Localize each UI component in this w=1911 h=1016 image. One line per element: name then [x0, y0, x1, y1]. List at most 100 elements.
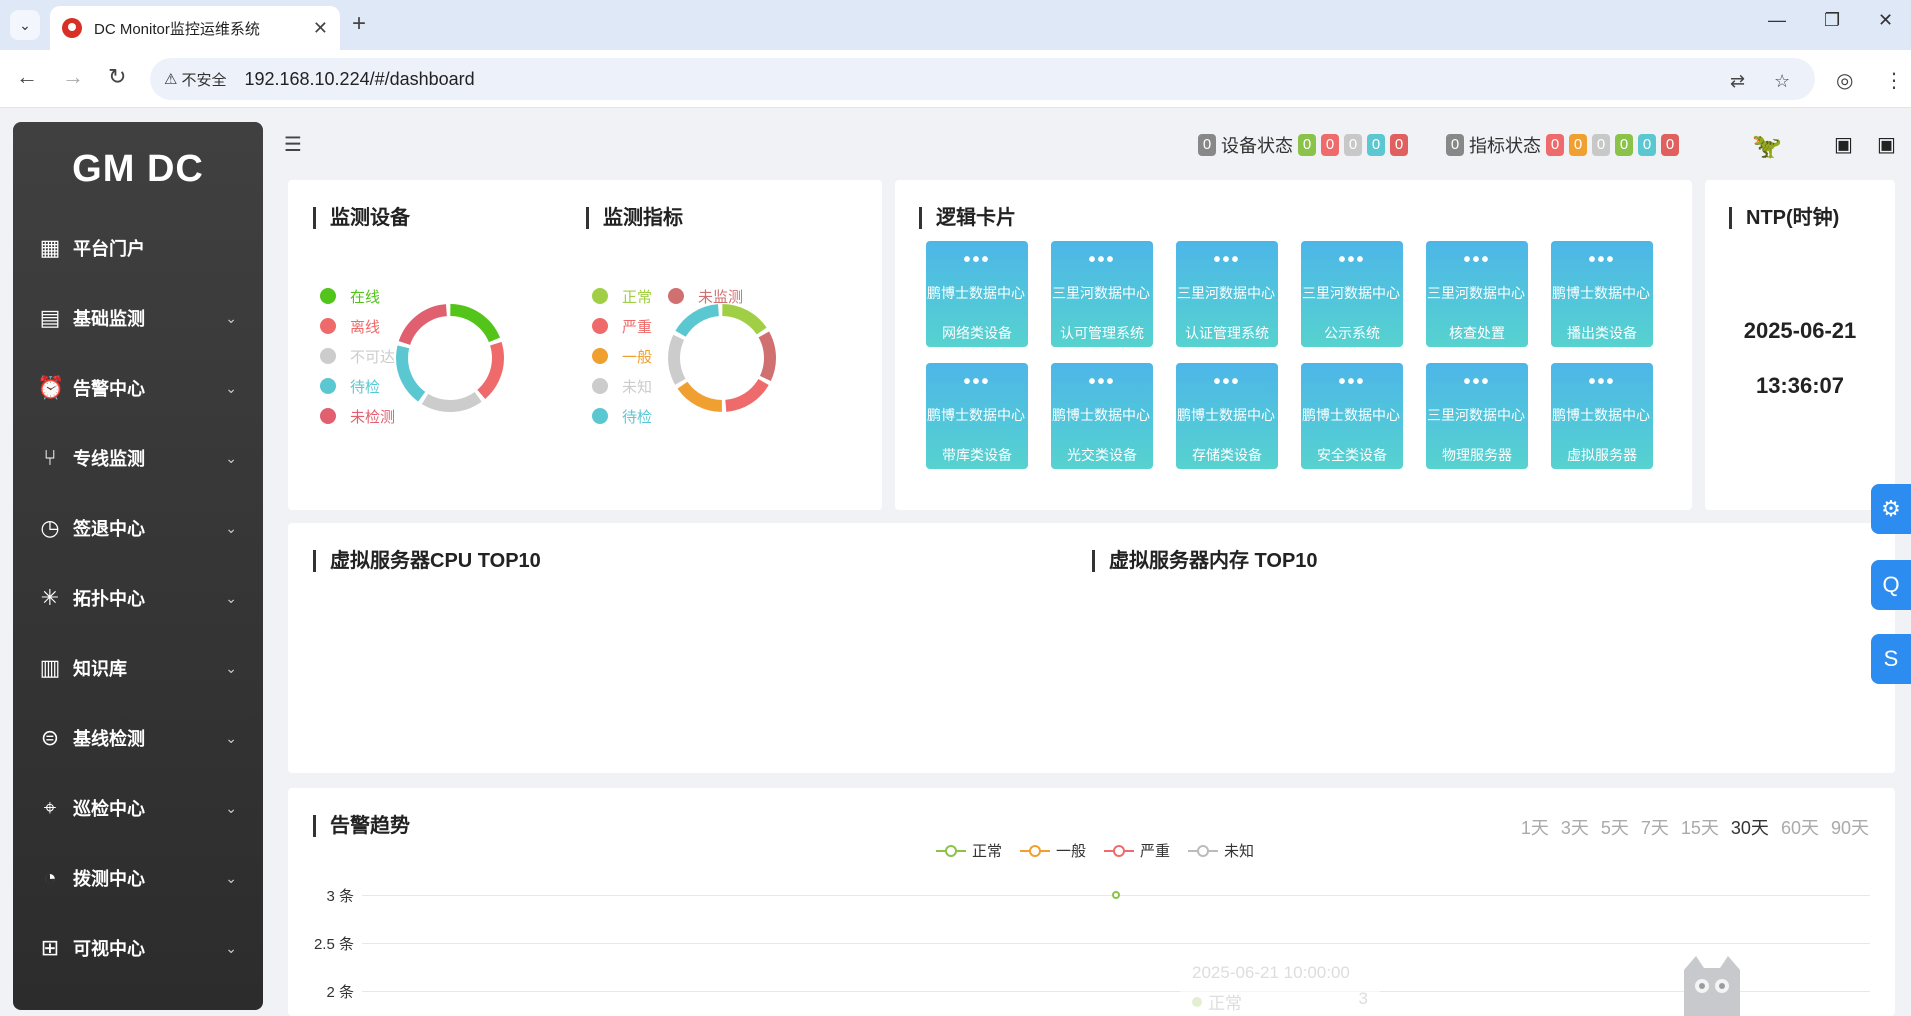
back-icon[interactable]: ←: [16, 64, 38, 90]
range-option[interactable]: 3天: [1561, 814, 1589, 840]
legend-dot: [592, 318, 608, 334]
tile-category: 存储类设备: [1192, 447, 1262, 463]
sidebar-item-1[interactable]: ▤ 基础监测 ⌄: [13, 290, 263, 346]
sidebar-item-6[interactable]: ▥ 知识库 ⌄: [13, 640, 263, 696]
logic-card-tile[interactable]: ••• 三里河数据中心 公示系统: [1301, 241, 1403, 347]
sidebar-item-8[interactable]: ⌖ 巡检中心 ⌄: [13, 780, 263, 836]
dinosaur-icon[interactable]: 🦖: [1752, 132, 1782, 161]
tile-datacenter: 鹏博士数据中心: [927, 407, 1025, 423]
bookmark-star-icon[interactable]: ☆: [1774, 71, 1790, 92]
translate-icon[interactable]: ⇄: [1730, 71, 1745, 92]
more-dots-icon: •••: [1588, 249, 1616, 271]
legend-item[interactable]: 未检测: [320, 401, 395, 431]
metric-status-pill: 0: [1546, 134, 1564, 156]
sidebar-item-5[interactable]: ✳ 拓扑中心 ⌄: [13, 570, 263, 626]
legend-item[interactable]: 在线: [320, 281, 395, 311]
tile-datacenter: 鹏博士数据中心: [927, 285, 1025, 301]
clock-icon: ◷: [40, 515, 60, 540]
logic-card-tile[interactable]: ••• 三里河数据中心 物理服务器: [1426, 363, 1528, 469]
tile-category: 认证管理系统: [1185, 325, 1269, 341]
sidebar-item-label: 基线检测: [73, 729, 145, 749]
sidebar-item-4[interactable]: ◷ 签退中心 ⌄: [13, 500, 263, 556]
sidebar-item-3[interactable]: ⑂ 专线监测 ⌄: [13, 430, 263, 486]
tile-datacenter: 三里河数据中心: [1302, 285, 1400, 301]
sidebar-item-2[interactable]: ⏰ 告警中心 ⌄: [13, 360, 263, 416]
metric-status-summary[interactable]: 0 指标状态 000000: [1446, 132, 1679, 158]
logic-card-tile[interactable]: ••• 鹏博士数据中心 光交类设备: [1051, 363, 1153, 469]
settings-float-button[interactable]: ⚙: [1871, 484, 1911, 534]
trend-data-point[interactable]: [1110, 889, 1122, 901]
window-close-icon[interactable]: ✕: [1878, 10, 1893, 31]
sidebar-item-label: 可视中心: [73, 939, 145, 959]
range-option[interactable]: 60天: [1781, 814, 1819, 840]
sidebar-item-0[interactable]: ▦ 平台门户: [13, 220, 263, 276]
logic-card-tile[interactable]: ••• 三里河数据中心 认可管理系统: [1051, 241, 1153, 347]
logic-card-tile[interactable]: ••• 鹏博士数据中心 播出类设备: [1551, 241, 1653, 347]
sidebar-item-10[interactable]: ⊞ 可视中心 ⌄: [13, 920, 263, 976]
range-option[interactable]: 90天: [1831, 814, 1869, 840]
logic-card-tile[interactable]: ••• 鹏博士数据中心 虚拟服务器: [1551, 363, 1653, 469]
tab-search-button[interactable]: ⌄: [10, 10, 40, 40]
sidebar-item-label: 巡检中心: [73, 799, 145, 819]
more-dots-icon: •••: [1588, 371, 1616, 393]
tile-datacenter: 鹏博士数据中心: [1552, 407, 1650, 423]
legend-dot: [320, 348, 336, 364]
legend-item[interactable]: 离线: [320, 311, 395, 341]
legend-label: 未检测: [350, 408, 396, 426]
more-dots-icon: •••: [1338, 249, 1366, 271]
profile-icon[interactable]: ◎: [1836, 68, 1853, 93]
device-status-summary[interactable]: 0 设备状态 00000: [1198, 132, 1408, 158]
browser-menu-icon[interactable]: ⋮: [1884, 68, 1904, 93]
tile-category: 播出类设备: [1567, 325, 1637, 341]
logic-card-tile[interactable]: ••• 三里河数据中心 认证管理系统: [1176, 241, 1278, 347]
tile-datacenter: 三里河数据中心: [1427, 285, 1525, 301]
range-option[interactable]: 15天: [1681, 814, 1719, 840]
q-float-button[interactable]: Q: [1871, 560, 1911, 610]
trend-range-selector: 1天 3天 5天 7天 15天 30天 60天 90天: [1521, 814, 1869, 840]
tile-category: 光交类设备: [1067, 447, 1137, 463]
trend-legend-item[interactable]: 未知: [1188, 840, 1254, 861]
fullscreen-play-icon[interactable]: ▣: [1877, 132, 1896, 157]
range-option[interactable]: 5天: [1601, 814, 1629, 840]
logic-card-tile[interactable]: ••• 鹏博士数据中心 带库类设备: [926, 363, 1028, 469]
collapse-menu-icon[interactable]: ☰: [284, 132, 302, 157]
logic-card-tile[interactable]: ••• 鹏博士数据中心 存储类设备: [1176, 363, 1278, 469]
trend-legend-item[interactable]: 一般: [1020, 840, 1086, 861]
chevron-down-icon: ⌄: [225, 519, 237, 536]
sidebar-item-7[interactable]: ⊜ 基线检测 ⌄: [13, 710, 263, 766]
security-indicator[interactable]: ⚠ 不安全: [164, 69, 226, 90]
range-option[interactable]: 7天: [1641, 814, 1669, 840]
grid-line: [362, 991, 1870, 992]
url-text[interactable]: 192.168.10.224/#/dashboard: [244, 69, 474, 90]
browser-tab[interactable]: DC Monitor监控运维系统 ✕: [50, 6, 340, 50]
trend-legend-item[interactable]: 严重: [1104, 840, 1170, 861]
logic-card-tile[interactable]: ••• 鹏博士数据中心 安全类设备: [1301, 363, 1403, 469]
screen-play-icon[interactable]: ▣: [1834, 132, 1853, 157]
forward-icon[interactable]: →: [62, 64, 84, 90]
new-tab-button[interactable]: +: [352, 10, 366, 38]
logic-card-tile[interactable]: ••• 三里河数据中心 核查处置: [1426, 241, 1528, 347]
sidebar: GM DC ▦ 平台门户 ▤ 基础监测 ⌄ ⏰ 告警中心 ⌄ ⑂ 专线监测 ⌄ ◷ 签退中心 ⌄ ✳ 拓扑中心…: [13, 122, 263, 1010]
logic-card-tile[interactable]: ••• 鹏博士数据中心 网络类设备: [926, 241, 1028, 347]
legend-label: 未知: [622, 378, 653, 396]
sidebar-item-label: 告警中心: [73, 379, 145, 399]
legend-dot: [592, 408, 608, 424]
restore-icon[interactable]: ❐: [1824, 10, 1840, 31]
range-option[interactable]: 30天: [1731, 814, 1769, 840]
address-bar[interactable]: ⚠ 不安全 192.168.10.224/#/dashboard ⇄ ☆: [150, 58, 1815, 100]
trend-legend-label: 正常: [972, 843, 1003, 860]
legend-label: 一般: [622, 348, 653, 366]
legend-item[interactable]: 待检: [320, 371, 395, 401]
range-option[interactable]: 1天: [1521, 814, 1549, 840]
memory-top10-title: 虚拟服务器内存 TOP10: [1092, 550, 1318, 572]
minimize-icon[interactable]: —: [1768, 10, 1786, 31]
legend-dot: [320, 288, 336, 304]
tab-title: DC Monitor监控运维系统: [94, 20, 260, 38]
device-status-total: 0: [1198, 134, 1216, 156]
s-float-button[interactable]: S: [1871, 634, 1911, 684]
sidebar-item-9[interactable]: ◔ 拨测中心 ⌄: [13, 850, 263, 906]
legend-item[interactable]: 不可达: [320, 341, 395, 371]
reload-icon[interactable]: ↻: [108, 64, 126, 90]
close-icon[interactable]: ✕: [313, 18, 328, 39]
trend-legend-item[interactable]: 正常: [936, 840, 1002, 861]
